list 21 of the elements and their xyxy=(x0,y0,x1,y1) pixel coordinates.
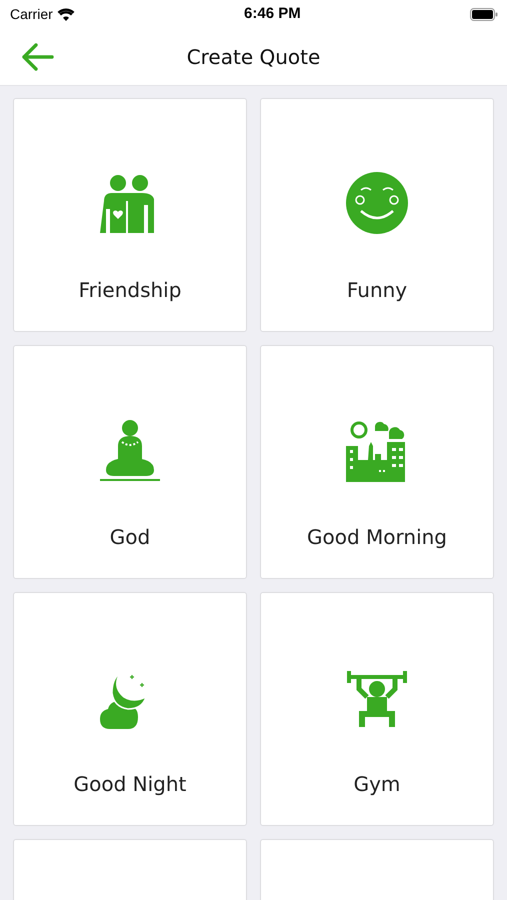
wifi-icon xyxy=(56,8,75,20)
battery-icon xyxy=(470,8,498,20)
clock-time: 6:46 PM xyxy=(244,4,301,24)
category-card[interactable]: Good Night xyxy=(13,592,247,826)
category-label: Good Night xyxy=(74,771,186,798)
category-card[interactable]: God xyxy=(13,345,247,579)
category-label: Gym xyxy=(354,771,400,798)
category-card[interactable]: Funny xyxy=(260,98,494,332)
screen-title: Create Quote xyxy=(186,44,320,70)
category-label: Funny xyxy=(346,277,408,304)
category-card[interactable]: Good Morning xyxy=(260,345,494,579)
category-label: God xyxy=(110,524,150,551)
back-arrow-icon xyxy=(20,42,54,72)
back-button[interactable] xyxy=(20,42,54,72)
category-card[interactable]: Friendship xyxy=(13,98,247,332)
smiley-icon xyxy=(345,171,409,235)
category-label: Friendship xyxy=(78,277,182,304)
carrier-name: Carrier xyxy=(10,4,53,24)
meditating-figure-icon xyxy=(98,418,162,482)
category-label: Good Morning xyxy=(307,524,447,551)
category-card[interactable]: Gym xyxy=(260,592,494,826)
